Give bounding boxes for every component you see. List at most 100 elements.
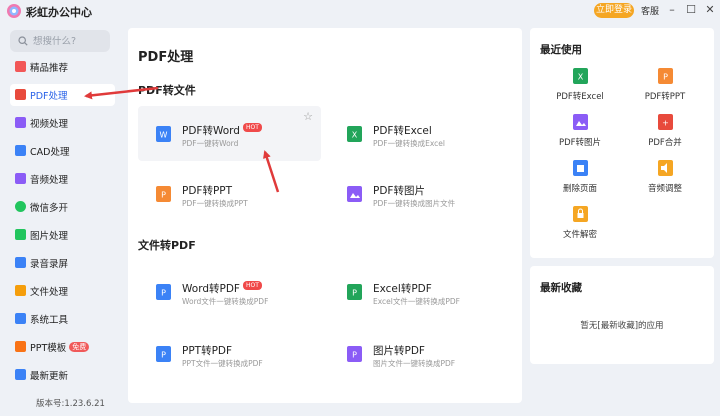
sidebar-item-file[interactable]: 文件处理 — [10, 280, 115, 302]
sidebar-item-label: 图片处理 — [30, 231, 69, 242]
tool-label: PDF转PPT — [644, 92, 686, 102]
recent-panel: 最近使用 X PDF转Excel P PDF转PPT PDF转图片 + PDF合… — [530, 28, 714, 258]
sidebar-item-audio[interactable]: 音频处理 — [10, 168, 115, 190]
sidebar: 精品推荐 PDF处理 视频处理 CAD处理 音频处理 微信多开 图片处理 录音录… — [0, 22, 120, 416]
card-pdf-to-excel[interactable]: X PDF转Excel PDF一键转换成Excel — [329, 106, 512, 161]
file-decrypt-icon — [572, 206, 588, 222]
page-title: PDF处理 — [138, 50, 194, 65]
svg-text:P: P — [663, 73, 668, 82]
svg-text:W: W — [160, 131, 168, 140]
card-subtitle: 图片文件一键转换成PDF — [373, 359, 456, 368]
svg-text:P: P — [352, 289, 357, 298]
mic-icon — [15, 257, 26, 268]
sidebar-item-label: PDF处理 — [30, 91, 68, 102]
search-box[interactable] — [10, 30, 110, 52]
sidebar-item-image[interactable]: 图片处理 — [10, 224, 115, 246]
card-pdf-to-ppt[interactable]: P PDF转PPT PDF一键转换成PPT — [138, 166, 321, 221]
sidebar-item-label: 精品推荐 — [30, 63, 69, 74]
recent-tool-pdf-to-ppt[interactable]: P PDF转PPT — [630, 68, 700, 102]
tool-label: PDF合并 — [648, 138, 682, 148]
star-icon[interactable]: ☆ — [303, 110, 313, 123]
card-title: PPT转PDF — [182, 345, 233, 357]
app-logo-icon — [7, 4, 21, 18]
sidebar-item-wechat[interactable]: 微信多开 — [10, 196, 115, 218]
favorites-empty-text: 暂无[最新收藏]的应用 — [580, 321, 664, 331]
maximize-button[interactable]: ☐ — [684, 2, 698, 18]
thumbs-up-icon — [15, 61, 26, 72]
pdf-to-image-icon — [347, 186, 362, 202]
tool-label: PDF转图片 — [558, 138, 602, 148]
tool-label: 音频调整 — [647, 184, 682, 194]
sidebar-item-video[interactable]: 视频处理 — [10, 112, 115, 134]
card-title: PDF转图片 — [373, 185, 425, 197]
card-title: PDF转Excel — [373, 125, 432, 137]
sidebar-item-pdf[interactable]: PDF处理 — [10, 84, 115, 106]
card-subtitle: PDF一键转Word — [182, 139, 239, 148]
section-title-pdf-to-file: PDF转文件 — [138, 84, 196, 97]
app-title: 彩虹办公中心 — [26, 6, 92, 19]
sidebar-item-system[interactable]: 系统工具 — [10, 308, 115, 330]
pdf-to-ppt-icon: P — [657, 68, 673, 84]
card-title: PDF转Word — [182, 125, 240, 137]
ppt-to-pdf-icon: P — [156, 346, 171, 362]
sidebar-item-recommended[interactable]: 精品推荐 — [10, 56, 115, 78]
audio-icon — [15, 173, 26, 184]
sidebar-item-latest[interactable]: 最新更新 — [10, 364, 115, 386]
gear-icon — [15, 313, 26, 324]
video-icon — [15, 117, 26, 128]
image-icon — [15, 229, 26, 240]
search-input[interactable] — [33, 35, 103, 47]
excel-to-pdf-icon: P — [347, 284, 362, 300]
card-excel-to-pdf[interactable]: P Excel转PDF Excel文件一键转换成PDF — [329, 264, 512, 319]
recent-tool-pdf-to-image[interactable]: PDF转图片 — [545, 114, 615, 148]
cad-icon — [15, 145, 26, 156]
recent-tool-audio-adjust[interactable]: 音频调整 — [630, 160, 700, 194]
sidebar-item-ppt-template[interactable]: PPT模板 免费 — [10, 336, 115, 358]
sidebar-item-cad[interactable]: CAD处理 — [10, 140, 115, 162]
card-subtitle: PDF一键转换成Excel — [373, 139, 445, 148]
sidebar-item-recording[interactable]: 录音录屏 — [10, 252, 115, 274]
minimize-button[interactable]: – — [665, 2, 679, 18]
card-subtitle: Word文件一键转换成PDF — [182, 297, 269, 306]
card-pdf-to-word[interactable]: W PDF转Word HOT PDF一键转Word ☆ — [138, 106, 321, 161]
recent-tool-pdf-merge[interactable]: + PDF合并 — [630, 114, 700, 148]
customer-service-button[interactable]: 客服 — [641, 4, 659, 17]
main-panel: PDF处理 PDF转文件 W PDF转Word HOT PDF一键转Word ☆ … — [128, 28, 522, 403]
close-button[interactable]: ✕ — [703, 2, 717, 18]
sidebar-item-label: 微信多开 — [30, 203, 69, 214]
card-pdf-to-image[interactable]: PDF转图片 PDF一键转换成图片文件 — [329, 166, 512, 221]
card-word-to-pdf[interactable]: P Word转PDF HOT Word文件一键转换成PDF — [138, 264, 321, 319]
pdf-to-ppt-icon: P — [156, 186, 171, 202]
svg-text:P: P — [161, 289, 166, 298]
sidebar-item-label: 录音录屏 — [30, 259, 69, 270]
login-button[interactable]: 立即登录 — [594, 3, 634, 18]
card-subtitle: Excel文件一键转换成PDF — [373, 297, 460, 306]
card-subtitle: PDF一键转换成图片文件 — [373, 199, 456, 208]
svg-text:X: X — [577, 73, 583, 82]
card-ppt-to-pdf[interactable]: P PPT转PDF PPT文件一键转换成PDF — [138, 326, 321, 381]
tool-label: PDF转Excel — [556, 92, 604, 102]
word-to-pdf-icon: P — [156, 284, 171, 300]
card-image-to-pdf[interactable]: P 图片转PDF 图片文件一键转换成PDF — [329, 326, 512, 381]
svg-text:P: P — [352, 351, 357, 360]
card-title: PDF转PPT — [182, 185, 233, 197]
version-label: 版本号:1.23.6.21 — [36, 399, 105, 409]
ppt-icon — [15, 341, 26, 352]
folder-icon — [15, 285, 26, 296]
pdf-icon — [15, 89, 26, 100]
svg-text:P: P — [161, 191, 166, 200]
sidebar-item-label: CAD处理 — [30, 147, 70, 158]
card-subtitle: PPT文件一键转换成PDF — [182, 359, 263, 368]
favorites-panel: 最新收藏 暂无[最新收藏]的应用 — [530, 266, 714, 364]
section-title-file-to-pdf: 文件转PDF — [138, 239, 196, 252]
recent-tool-file-decrypt[interactable]: 文件解密 — [545, 206, 615, 240]
pdf-to-word-icon: W — [156, 126, 171, 142]
pdf-to-excel-icon: X — [572, 68, 588, 84]
recent-tool-delete-page[interactable]: 删除页面 — [545, 160, 615, 194]
sidebar-item-label: 系统工具 — [30, 315, 69, 326]
free-badge: 免费 — [69, 342, 90, 352]
card-subtitle: PDF一键转换成PPT — [182, 199, 248, 208]
hot-badge: HOT — [242, 281, 262, 290]
recent-tool-pdf-to-excel[interactable]: X PDF转Excel — [545, 68, 615, 102]
sidebar-item-label: 文件处理 — [30, 287, 69, 298]
